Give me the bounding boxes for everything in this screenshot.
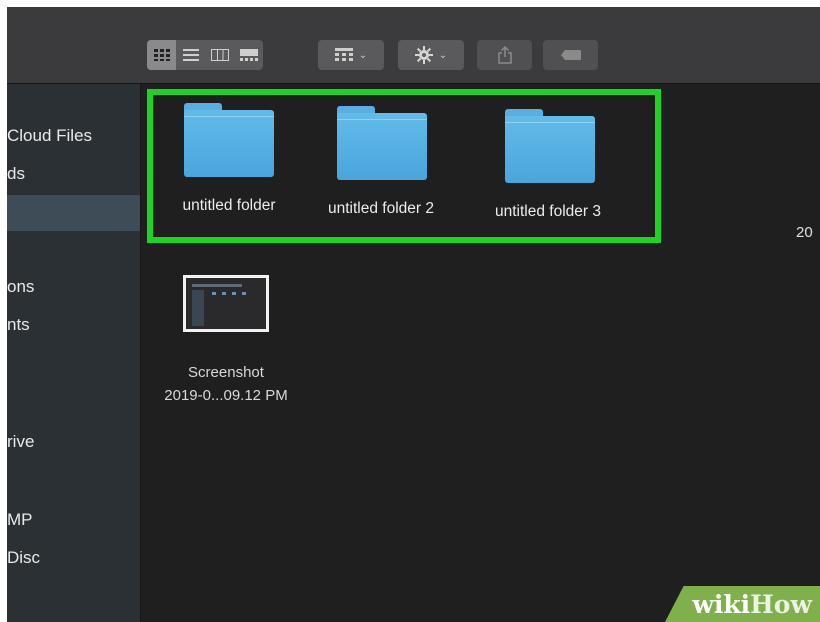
chevron-down-icon: ⌄ <box>438 49 448 61</box>
sidebar: Cloud Files ds ons nts rive MP Disc <box>7 84 141 622</box>
sidebar-selected-item[interactable] <box>7 195 140 231</box>
watermark-part2: How <box>750 589 812 619</box>
share-icon <box>497 46 512 64</box>
tag-button[interactable] <box>543 40 598 70</box>
toolbar: ⌄ ⌄ <box>7 7 820 84</box>
action-menu-button[interactable]: ⌄ <box>398 40 464 70</box>
gallery-view-icon <box>239 49 258 61</box>
screenshot-thumbnail[interactable] <box>183 275 269 332</box>
chevron-down-icon: ⌄ <box>358 49 368 61</box>
view-mode-segmented-control[interactable] <box>147 40 263 70</box>
sidebar-item-downloads[interactable]: ds <box>7 164 25 184</box>
column-view-button[interactable] <box>205 40 234 70</box>
sidebar-item-documents[interactable]: nts <box>7 315 30 335</box>
sidebar-item-drive[interactable]: rive <box>7 432 34 452</box>
icon-view-button[interactable] <box>147 40 176 70</box>
gallery-view-button[interactable] <box>234 40 263 70</box>
watermark-part1: wiki <box>692 589 751 619</box>
column-view-icon <box>210 49 229 61</box>
tag-icon <box>560 50 581 60</box>
share-button[interactable] <box>477 40 532 70</box>
folder-name-1[interactable]: untitled folder <box>162 197 296 215</box>
wikihow-watermark: wiki How <box>665 586 820 622</box>
sidebar-item-mp[interactable]: MP <box>7 510 33 530</box>
sidebar-item-cloud-files[interactable]: Cloud Files <box>7 126 92 146</box>
gear-icon <box>414 46 433 64</box>
folder-icon[interactable] <box>184 103 274 177</box>
folder-icon[interactable] <box>505 109 595 183</box>
sidebar-item-disc[interactable]: Disc <box>7 548 40 568</box>
folder-icon[interactable] <box>337 106 427 180</box>
list-view-button[interactable] <box>176 40 205 70</box>
folder-name-2[interactable]: untitled folder 2 <box>308 200 454 218</box>
date-column-partial: 20 <box>796 224 813 241</box>
group-by-button[interactable]: ⌄ <box>318 40 384 70</box>
file-name-line1[interactable]: Screenshot <box>151 364 301 381</box>
list-view-icon <box>182 49 199 61</box>
icon-view-icon <box>153 49 170 61</box>
grid-group-icon <box>334 48 353 61</box>
sidebar-item-applications[interactable]: ons <box>7 277 34 297</box>
folder-name-3[interactable]: untitled folder 3 <box>475 203 621 221</box>
file-name-line2[interactable]: 2019-0...09.12 PM <box>151 387 301 404</box>
